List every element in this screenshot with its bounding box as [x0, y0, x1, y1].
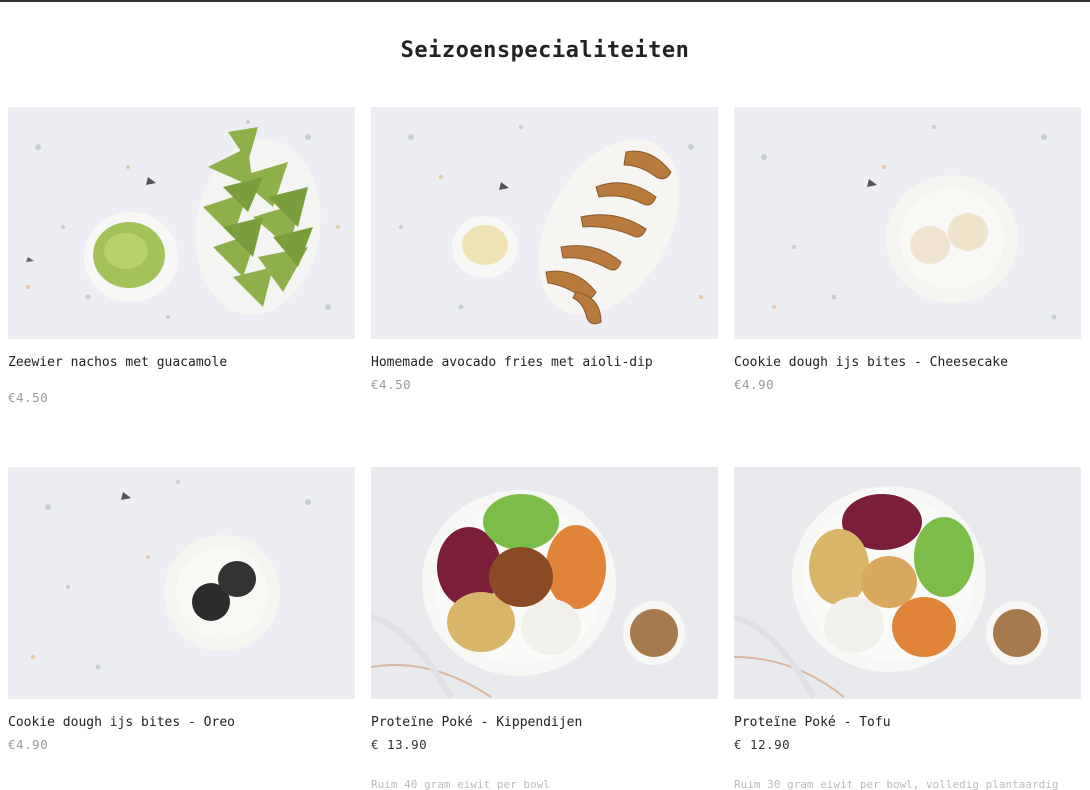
product-card[interactable]: Cookie dough ijs bites - Oreo €4.90	[8, 467, 355, 752]
nachos-guacamole-image[interactable]	[8, 107, 355, 339]
poke-chicken-image[interactable]	[371, 467, 718, 699]
section-title: Seizoenspecialiteiten	[400, 38, 690, 63]
product-price: € 12.90	[734, 737, 791, 752]
product-description: Ruim 40 gram eiwit per bowl	[371, 778, 550, 790]
oreo-bites-image[interactable]	[8, 467, 355, 699]
product-price: €4.50	[371, 377, 412, 392]
product-name: Zeewier nachos met guacamole	[8, 355, 228, 370]
product-name: Cookie dough ijs bites - Oreo	[8, 715, 235, 730]
product-card[interactable]: Proteïne Poké - Kippendijen € 13.90 Ruim…	[371, 467, 718, 790]
cheesecake-bites-image[interactable]	[734, 107, 1081, 339]
product-description: Ruim 30 gram eiwit per bowl, volledig pl…	[734, 778, 1059, 790]
poke-tofu-image[interactable]	[734, 467, 1081, 699]
product-name: Proteïne Poké - Tofu	[734, 715, 891, 730]
product-name: Proteïne Poké - Kippendijen	[371, 715, 583, 730]
product-name: Cookie dough ijs bites - Cheesecake	[734, 355, 1008, 370]
product-price: €4.90	[8, 737, 49, 752]
product-card[interactable]: Cookie dough ijs bites - Cheesecake €4.9…	[734, 107, 1081, 392]
product-price: € 13.90	[371, 737, 428, 752]
product-price: €4.90	[734, 377, 775, 392]
product-price: €4.50	[8, 390, 49, 405]
product-card[interactable]: Proteïne Poké - Tofu € 12.90 Ruim 30 gra…	[734, 467, 1081, 790]
product-card[interactable]: Zeewier nachos met guacamole €4.50	[8, 107, 355, 405]
top-divider	[0, 0, 1090, 2]
product-name: Homemade avocado fries met aioli-dip	[371, 355, 653, 370]
avocado-fries-image[interactable]	[371, 107, 718, 339]
product-card[interactable]: Homemade avocado fries met aioli-dip €4.…	[371, 107, 718, 392]
